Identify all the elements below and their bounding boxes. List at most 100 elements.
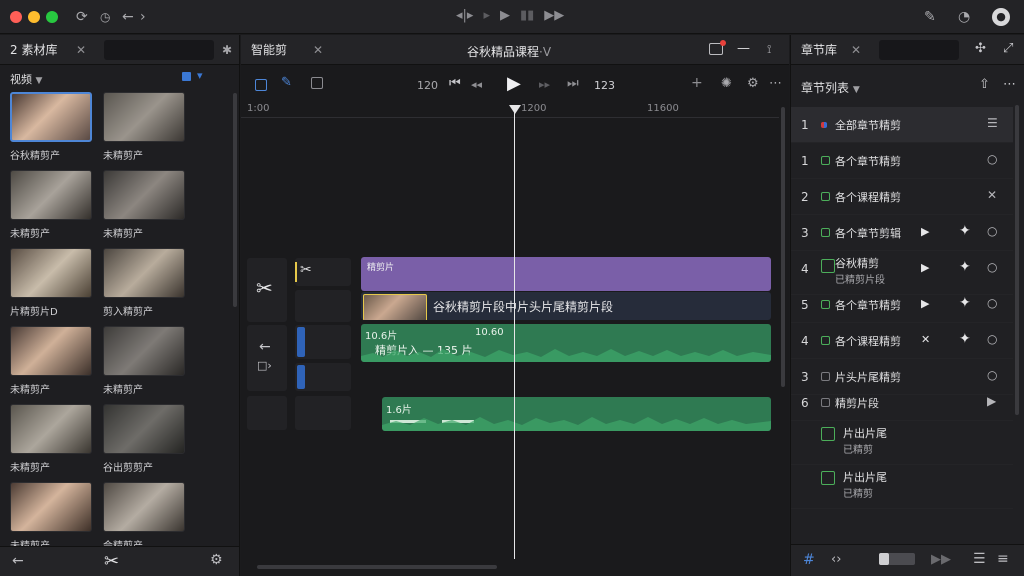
chapter-row[interactable]: 1 全部章节精剪 ☰ [791, 107, 1013, 143]
account-icon[interactable]: ● [992, 8, 1010, 26]
audio-route-icon[interactable]: □› [257, 359, 272, 372]
close-window-button[interactable] [10, 11, 22, 23]
playhead-handle[interactable] [509, 105, 521, 114]
video-clip[interactable]: 谷秋精剪片段中片头片尾精剪片段 [361, 292, 771, 320]
tab-chapters[interactable]: 章节库 ✕ [791, 35, 861, 65]
select-tool-icon[interactable] [255, 79, 267, 91]
toggle-icon[interactable]: ○ [987, 260, 997, 274]
expand-icon[interactable]: ⤢ [1003, 41, 1013, 56]
list-icon[interactable]: ☰ [973, 551, 986, 567]
audio-marker[interactable] [297, 365, 305, 389]
history-icon[interactable]: ◷ [100, 8, 110, 26]
thumbnail[interactable] [10, 404, 92, 454]
playhead[interactable] [514, 107, 515, 559]
timeline-h-scrollbar[interactable] [257, 565, 497, 569]
menu-icon[interactable]: ≡ [997, 551, 1009, 567]
chapter-filter-dropdown[interactable]: 章节列表 ▼ [801, 79, 860, 96]
edit-icon[interactable]: ✎ [924, 8, 936, 26]
thumbnail[interactable] [103, 404, 185, 454]
sparkle-icon[interactable]: ✦ [959, 223, 971, 239]
scissors-icon[interactable]: ✂ [104, 551, 119, 572]
sync-icon[interactable]: ⟳ [76, 8, 88, 26]
audio-marker[interactable] [297, 327, 305, 357]
chapter-row[interactable]: 1 各个章节精剪 ○ [791, 143, 1013, 179]
back-arrow-icon[interactable]: ← [122, 8, 134, 26]
scrollbar[interactable] [233, 93, 237, 307]
play-icon[interactable]: ▶ [500, 8, 510, 23]
add-icon[interactable]: + [691, 75, 703, 91]
sparkle-icon[interactable]: ✦ [959, 331, 971, 347]
chapter-search-input[interactable] [879, 40, 959, 60]
fast-forward-icon[interactable]: ▶▶ [544, 8, 564, 23]
chapter-row[interactable]: 片出片尾 已精剪 [791, 421, 1013, 465]
scissors-icon[interactable]: ✂ [256, 276, 273, 300]
zoom-slider-thumb[interactable] [879, 553, 889, 565]
sparkle-icon[interactable]: ✦ [959, 259, 971, 275]
thumbnail[interactable] [103, 248, 185, 298]
chapter-scrollbar[interactable] [1015, 105, 1019, 415]
crop-tool-icon[interactable] [311, 77, 323, 89]
video-clip-header[interactable]: 精剪片 [361, 257, 771, 291]
zoom-slider[interactable] [879, 553, 915, 565]
split-icon[interactable]: ‹› [831, 552, 841, 567]
close-icon[interactable]: ✕ [313, 35, 323, 65]
thumbnail[interactable] [103, 170, 185, 220]
track-toggle[interactable]: ✂ [295, 258, 351, 286]
thumbnail[interactable] [10, 326, 92, 376]
chapter-row[interactable]: 5 各个章节精剪 ▶ ✦ ○ [791, 287, 1013, 323]
step-back-icon[interactable]: ▸ [483, 8, 490, 23]
minimize-window-button[interactable] [28, 11, 40, 23]
chapter-row[interactable]: 4 各个课程精剪 ✕ ✦ ○ [791, 323, 1013, 359]
move-icon[interactable]: ✣ [975, 41, 986, 56]
close-icon[interactable]: ✕ [987, 188, 997, 202]
arrow-left-icon[interactable]: ← [259, 339, 271, 355]
toggle-icon[interactable]: ○ [987, 296, 997, 310]
play-icon[interactable]: ▶ [921, 225, 929, 238]
close-icon[interactable]: ✕ [76, 35, 86, 65]
main-play-button[interactable]: ▶ [507, 73, 521, 94]
pin-icon[interactable]: ⟟ [767, 42, 771, 57]
chapter-checkbox[interactable] [821, 192, 830, 201]
toggle-icon[interactable]: ○ [987, 152, 997, 166]
forward-icon[interactable]: ▶▶ [931, 552, 951, 567]
forward-arrow-icon[interactable]: › [140, 8, 146, 26]
chapter-checkbox[interactable] [821, 398, 830, 407]
notification-icon[interactable] [709, 40, 726, 55]
close-icon[interactable]: ✕ [851, 35, 861, 65]
thumbnail[interactable] [10, 248, 92, 298]
chapter-row[interactable]: 片出片尾 已精剪 [791, 465, 1013, 509]
thumbnail[interactable] [103, 482, 185, 532]
back-icon[interactable]: ← [12, 553, 24, 569]
chapter-checkbox[interactable] [821, 336, 830, 345]
sparkle-icon[interactable]: ✦ [959, 295, 971, 311]
share-icon[interactable]: ⇧ [979, 77, 990, 92]
chapter-checkbox[interactable] [821, 156, 830, 165]
asterisk-icon[interactable]: ✱ [214, 35, 232, 65]
forward-icon[interactable]: ▸▸ [539, 78, 550, 91]
pause-icon[interactable]: ▮▮ [520, 8, 534, 23]
audio-clip-1[interactable]: 10.6片 10.60 精剪片入 — 135 片 [361, 324, 771, 362]
chapter-checkbox[interactable] [821, 471, 835, 485]
tab-media-library[interactable]: 2 素材库 ✕ [0, 35, 86, 65]
skip-forward-icon[interactable]: ⏭ [567, 76, 579, 91]
timeline-scrollbar[interactable] [781, 107, 785, 387]
markers-icon[interactable]: # [803, 552, 815, 568]
chapter-checkbox[interactable] [821, 259, 835, 273]
media-search-input[interactable] [104, 40, 214, 60]
rewind-icon[interactable]: ◂◂ [471, 78, 482, 91]
chapter-row[interactable]: 2 各个课程精剪 ✕ [791, 179, 1013, 215]
filter-dropdown[interactable]: 视频 ▼ [10, 71, 42, 87]
skip-back-icon[interactable]: ⏮ [449, 76, 461, 91]
audio-track-header[interactable]: ← □› [247, 325, 287, 391]
thumbnail[interactable] [10, 482, 92, 532]
more-icon[interactable]: ⋯ [769, 76, 782, 91]
scissors-icon[interactable]: ✂ [300, 262, 312, 278]
chapter-row[interactable]: 6 精剪片段 ▶ [791, 385, 1013, 421]
pen-tool-icon[interactable]: ✎ [281, 75, 292, 90]
play-icon[interactable]: ▶ [921, 261, 929, 274]
sort-icon[interactable]: ▾ [197, 69, 203, 82]
more-icon[interactable]: ⋯ [1003, 77, 1016, 92]
tab-smart-edit[interactable]: 智能剪 ✕ [241, 35, 323, 65]
chapter-row[interactable]: 3 各个章节剪辑 ▶ ✦ ○ [791, 215, 1013, 251]
close-icon[interactable]: ✕ [921, 333, 930, 346]
